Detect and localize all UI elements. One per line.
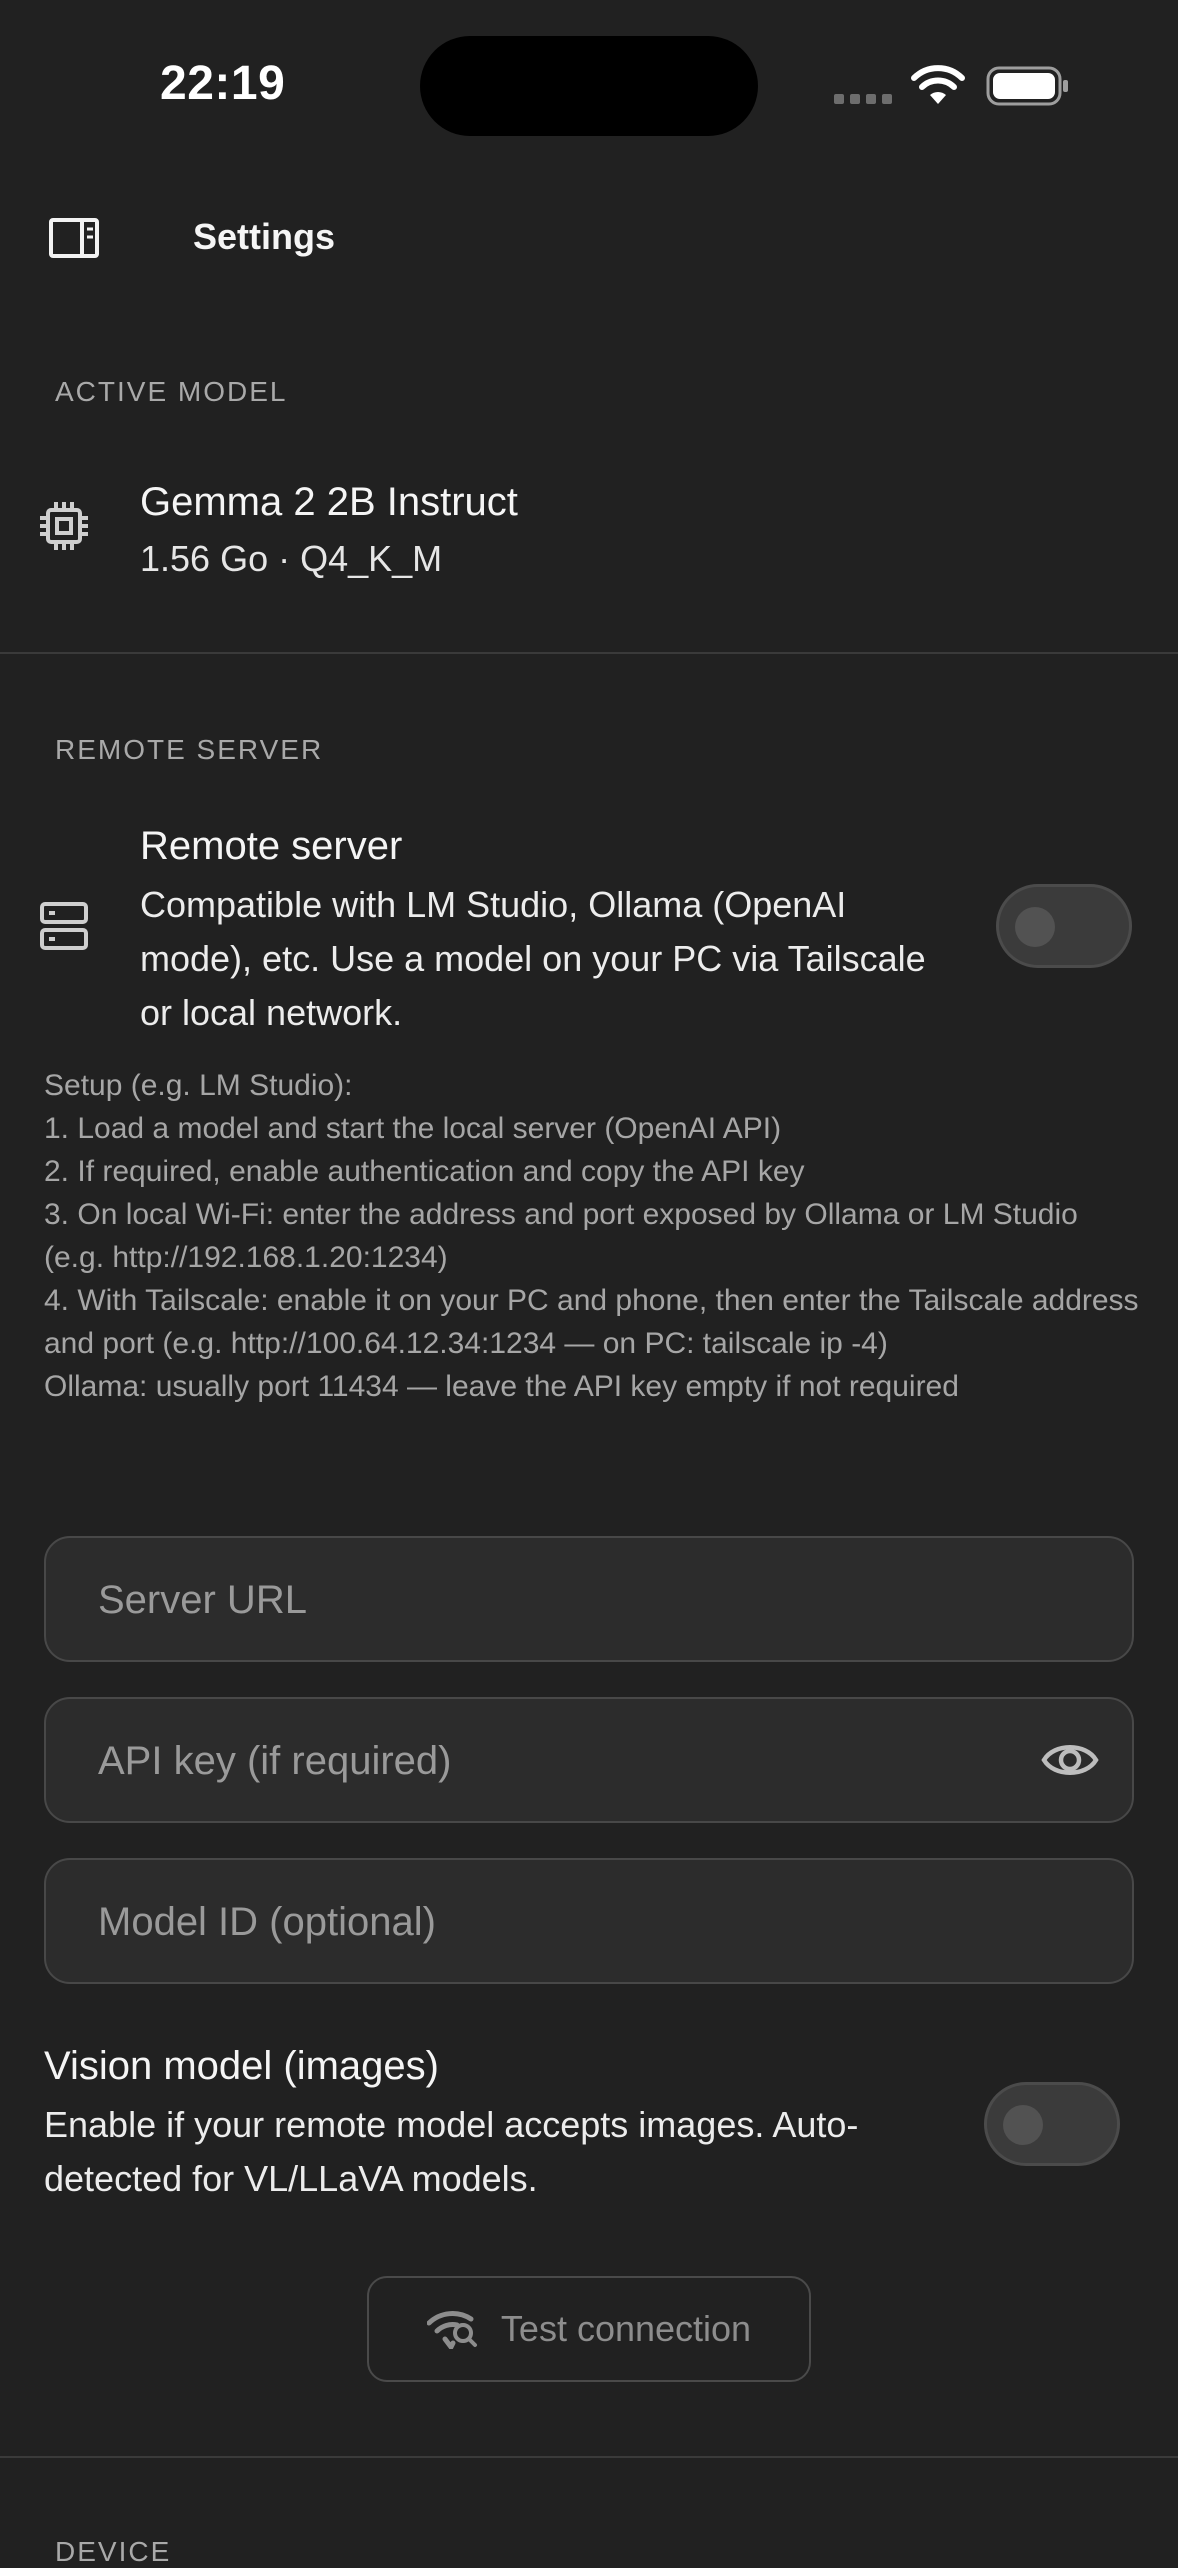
wifi-icon (911, 65, 965, 104)
page-title: Settings (193, 216, 336, 257)
vision-model-title: Vision model (images) (44, 2044, 439, 2088)
status-bar: 22:19 (0, 0, 1178, 170)
server-icon (40, 902, 88, 950)
model-id-field[interactable] (44, 1858, 1134, 1984)
toggle-knob (1015, 907, 1055, 947)
remote-server-title: Remote server (140, 824, 403, 868)
vision-model-row: Vision model (images) Enable if your rem… (0, 2040, 1178, 2210)
test-connection-label: Test connection (500, 2308, 752, 2349)
vision-model-description: Enable if your remote model accepts imag… (44, 2104, 859, 2199)
status-time: 22:19 (160, 57, 286, 110)
section-label-device: DEVICE (55, 2536, 172, 2567)
api-key-field[interactable] (44, 1697, 1134, 1823)
app-header: Settings (0, 190, 1178, 290)
server-url-input[interactable] (96, 1538, 1000, 1662)
cellular-signal-icon (834, 94, 892, 104)
api-key-input[interactable] (96, 1699, 1000, 1823)
vision-model-toggle[interactable] (984, 2082, 1120, 2166)
remote-server-row: Remote server Compatible with LM Studio,… (0, 820, 1178, 1040)
remote-server-toggle[interactable] (996, 884, 1132, 968)
active-model-row[interactable]: Gemma 2 2B Instruct 1.56 Go · Q4_K_M (0, 460, 1178, 600)
section-label-active-model: ACTIVE MODEL (55, 376, 288, 407)
active-model-meta: 1.56 Go · Q4_K_M (140, 538, 443, 579)
wifi-search-icon (426, 2311, 477, 2349)
active-model-name: Gemma 2 2B Instruct (140, 480, 518, 524)
remote-server-description: Compatible with LM Studio, Ollama (OpenA… (140, 884, 926, 1033)
section-label-remote-server: REMOTE SERVER (55, 734, 324, 765)
test-connection-button[interactable]: Test connection (367, 2276, 811, 2382)
section-divider (0, 652, 1178, 654)
battery-icon (986, 66, 1068, 106)
chip-icon (40, 502, 88, 550)
setup-instructions: Setup (e.g. LM Studio): 1. Load a model … (44, 1069, 1139, 1403)
dynamic-island (420, 36, 758, 136)
model-id-input[interactable] (96, 1860, 1000, 1984)
server-url-field[interactable] (44, 1536, 1134, 1662)
eye-icon[interactable] (1040, 1737, 1100, 1783)
toggle-knob (1003, 2105, 1043, 2145)
sidebar-toggle-icon[interactable] (48, 216, 100, 260)
section-divider (0, 2456, 1178, 2458)
